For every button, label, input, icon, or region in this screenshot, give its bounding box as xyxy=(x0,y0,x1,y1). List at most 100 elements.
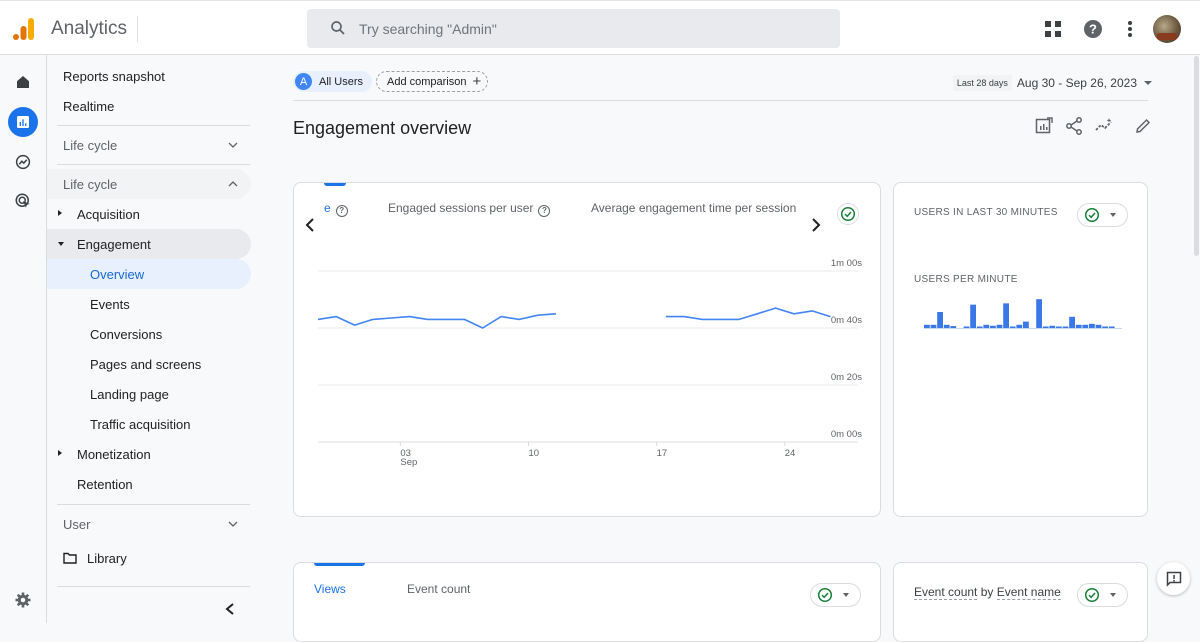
edit-icon[interactable] xyxy=(1133,116,1153,136)
bar xyxy=(1042,326,1049,328)
share-icon[interactable] xyxy=(1064,116,1084,136)
series-line-segment-1 xyxy=(317,313,557,329)
page-title: Engagement overview xyxy=(293,118,472,138)
bar xyxy=(1075,324,1082,328)
nav-divider xyxy=(57,164,250,165)
nav-overview[interactable]: Overview xyxy=(47,259,251,289)
bar xyxy=(1089,323,1095,328)
nav-acquisition[interactable]: Acquisition xyxy=(47,199,251,229)
feedback-icon xyxy=(1166,571,1181,587)
nav-retention[interactable]: Retention xyxy=(47,469,251,499)
x-tick-sublabel: Sep xyxy=(400,457,417,468)
y-tick-label: 1m 00s xyxy=(831,258,862,269)
by-label: by xyxy=(980,585,994,599)
date-preset-tag: Last 28 days xyxy=(952,75,1012,91)
top-bar: Analytics ? xyxy=(0,0,1200,55)
dropdown-caret-icon xyxy=(843,593,849,597)
analytics-logo-icon[interactable] xyxy=(12,17,36,41)
nav-section-label: Life cycle xyxy=(63,137,118,153)
nav-pages-and-screens[interactable]: Pages and screens xyxy=(47,349,251,379)
x-tick-label: 10 xyxy=(529,448,540,459)
views-status-button[interactable] xyxy=(810,583,861,607)
collapse-arrow-icon xyxy=(58,242,64,246)
bar xyxy=(976,326,983,328)
side-nav: Reports snapshot Realtime Life cycle Lif… xyxy=(47,55,260,623)
y-tick-label: 0m 00s xyxy=(831,429,862,440)
search-bar[interactable] xyxy=(307,9,840,48)
left-rail xyxy=(0,55,47,623)
bar xyxy=(1049,325,1056,328)
check-circle-icon xyxy=(817,587,833,603)
chip-label: Add comparison xyxy=(387,75,467,88)
nav-label: Acquisition xyxy=(77,206,140,222)
date-range-value: Aug 30 - Sep 26, 2023 xyxy=(1016,76,1137,90)
nav-library[interactable]: Library xyxy=(47,543,251,573)
comparison-chip-all-users[interactable]: A All Users xyxy=(293,71,373,92)
nav-events[interactable]: Events xyxy=(47,289,251,319)
add-comparison-button[interactable]: Add comparison + xyxy=(376,71,489,92)
nav-landing-page[interactable]: Landing page xyxy=(47,379,251,409)
metric-selector[interactable]: Event count xyxy=(914,585,978,600)
customize-report-icon[interactable] xyxy=(1034,116,1054,136)
plus-icon: + xyxy=(472,73,482,90)
rail-advertising[interactable] xyxy=(8,186,38,216)
nav-section-life-cycle[interactable]: Life cycle xyxy=(47,169,251,199)
bar xyxy=(970,304,976,328)
tab-event-count[interactable]: Event count xyxy=(407,582,470,596)
bar xyxy=(1009,326,1016,328)
engagement-line-chart: 0m 00s0m 20s0m 40s1m 00s03Sep10 17 24 xyxy=(317,258,862,468)
explore-icon xyxy=(15,154,31,170)
nav-label: Conversions xyxy=(90,326,163,342)
dimension-selector[interactable]: Event name xyxy=(996,585,1061,600)
feedback-button[interactable] xyxy=(1157,562,1190,595)
nav-conversions[interactable]: Conversions xyxy=(47,319,251,349)
bar xyxy=(937,312,943,328)
bar xyxy=(1023,321,1029,328)
nav-engagement[interactable]: Engagement xyxy=(47,229,251,259)
rail-settings[interactable] xyxy=(8,585,38,615)
nav-divider xyxy=(57,125,250,126)
page-scrollbar[interactable] xyxy=(1194,56,1199,256)
expand-arrow-icon xyxy=(58,450,62,456)
nav-traffic-acquisition[interactable]: Traffic acquisition xyxy=(47,409,251,439)
nav-section-user[interactable]: User xyxy=(47,509,251,539)
bar xyxy=(950,326,957,328)
bar xyxy=(1069,316,1075,328)
date-range-picker[interactable]: Last 28 days Aug 30 - Sep 26, 2023 xyxy=(952,75,1152,91)
engagement-metrics-card: e? Engaged sessions per user? Average en… xyxy=(293,182,881,517)
reports-icon xyxy=(17,116,29,128)
header-divider xyxy=(293,100,1148,101)
apps-grid-icon[interactable] xyxy=(1041,17,1065,41)
nav-divider xyxy=(57,586,250,587)
svg-text:?: ? xyxy=(1089,22,1097,37)
bar xyxy=(1036,299,1042,328)
users-per-minute-chart xyxy=(924,299,1122,329)
account-avatar[interactable] xyxy=(1153,15,1181,43)
tab-views[interactable]: Views xyxy=(314,582,346,596)
views-card: Views Event count xyxy=(293,562,881,642)
bar xyxy=(924,324,930,328)
chevron-down-icon xyxy=(228,521,238,527)
nav-monetization[interactable]: Monetization xyxy=(47,439,251,469)
rail-explore[interactable] xyxy=(8,147,38,177)
y-tick-label: 0m 20s xyxy=(831,372,862,383)
event-card-title: Event count by Event name xyxy=(914,585,1061,600)
insights-icon[interactable] xyxy=(1094,116,1114,136)
dropdown-caret-icon xyxy=(1110,593,1116,597)
nav-realtime[interactable]: Realtime xyxy=(47,91,251,121)
rail-reports[interactable] xyxy=(8,107,38,137)
chip-label: All Users xyxy=(319,75,364,88)
nav-section-life-cycle-collapsed[interactable]: Life cycle xyxy=(47,130,251,160)
collapse-nav-icon[interactable] xyxy=(224,602,236,616)
nav-section-label: Life cycle xyxy=(63,176,118,192)
nav-label: Realtime xyxy=(63,98,115,114)
active-tab-indicator xyxy=(314,563,365,566)
nav-reports-snapshot[interactable]: Reports snapshot xyxy=(47,61,251,91)
nav-label: Events xyxy=(90,296,130,312)
rail-home[interactable] xyxy=(8,67,38,97)
event-status-button[interactable] xyxy=(1077,583,1128,607)
help-icon[interactable]: ? xyxy=(1081,17,1105,41)
search-input[interactable] xyxy=(359,9,819,48)
more-vert-icon[interactable] xyxy=(1118,17,1142,41)
expand-arrow-icon xyxy=(58,210,62,216)
